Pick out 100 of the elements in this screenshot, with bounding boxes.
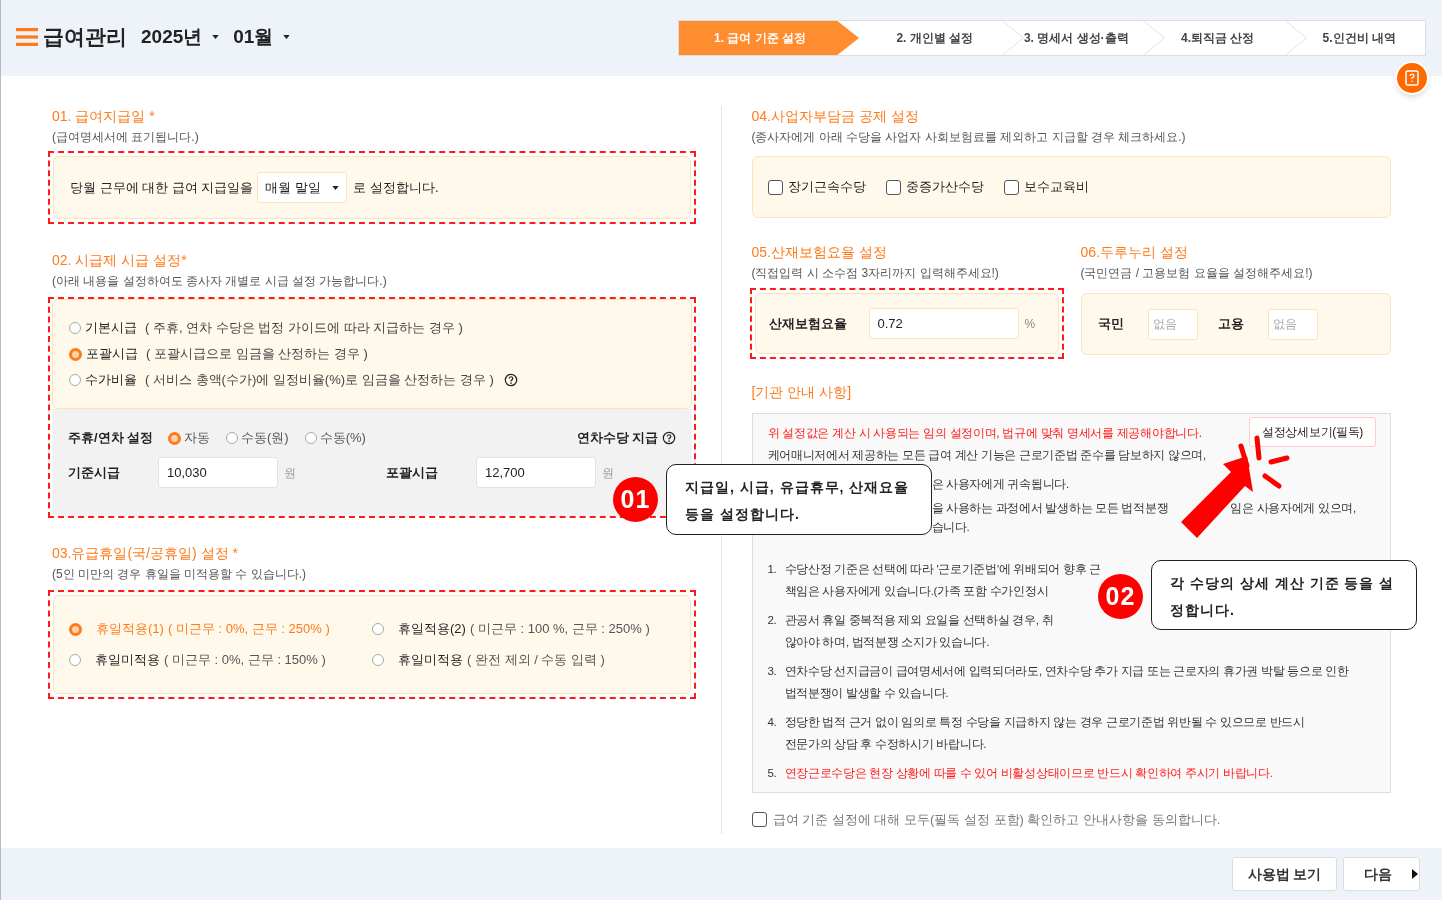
- section-title: 01. 급여지급일 *: [52, 107, 156, 125]
- pay-day-text: 로 설정합니다.: [353, 178, 439, 197]
- section-title: [기관 안내 사항]: [751, 383, 853, 402]
- notice-text: 책임은 사용자에게 있습니다.(가족 포함 수가인정시: [784, 584, 1050, 599]
- notice-text: 습니다.: [931, 520, 970, 535]
- field-label: 주휴/연차 설정: [68, 429, 155, 448]
- input-field[interactable]: 없음: [1267, 308, 1318, 340]
- notice-text: 관공서 휴일 중복적용 제외 요일을 선택하실 경우, 취: [784, 613, 1054, 628]
- guide-button[interactable]: 사용법 보기: [1232, 857, 1337, 891]
- input-field[interactable]: 0.72: [868, 308, 1019, 339]
- radio-button[interactable]: [69, 322, 81, 334]
- section-subtitle: (종사자에게 아래 수당을 사업자 사회보험료를 제외하고 지급할 경우 체크하세요.): [751, 129, 1187, 145]
- section-title: 06.두루누리 설정: [1080, 243, 1189, 261]
- field-label: 기준시급: [68, 463, 121, 482]
- callout-text: 지급일, 시급, 유급휴무, 산재요율 등을 설정합니다.: [666, 464, 932, 535]
- year-dropdown[interactable]: 2025년: [141, 22, 220, 52]
- section-subtitle: (국민연금 / 고용보험 요율을 설정해주세요!): [1080, 265, 1314, 281]
- option-label[interactable]: 휴일미적용: [398, 650, 463, 670]
- checkbox[interactable]: [885, 179, 901, 195]
- section-title: 02. 시급제 시급 설정*: [52, 251, 188, 269]
- option-label[interactable]: 수동(%): [319, 428, 366, 448]
- list-number: 5.: [767, 766, 778, 781]
- notice-text: 연차수당 선지급금이 급여명세서에 입력되더라도, 연차수당 추가 지급 또는 근로자의 휴가권 박탈 등으로 인한: [784, 664, 1349, 679]
- caret-icon: [283, 35, 291, 39]
- section-subtitle: (5인 미만의 경우 휴일을 미적용할 수 있습니다.): [52, 566, 307, 582]
- option-note: ( 미근무 : 100 %, 근무 : 250% ): [469, 620, 650, 639]
- list-number: 4.: [767, 715, 778, 730]
- list-number: 1.: [767, 562, 778, 577]
- option-note: ( 완전 제외 / 수동 입력 ): [467, 651, 605, 670]
- radio-button[interactable]: [226, 432, 238, 444]
- page-title: 급여관리: [43, 24, 127, 51]
- field-label: 고용: [1217, 315, 1245, 334]
- pay-day-select[interactable]: 매월 말일: [257, 172, 348, 203]
- month-dropdown[interactable]: 01월: [233, 22, 291, 52]
- radio-button[interactable]: [69, 347, 82, 361]
- section-title: 05.산재보험요율 설정: [751, 243, 888, 261]
- help-icon[interactable]: [661, 431, 676, 445]
- option-note: ( 서비스 총액(수가)에 일정비율(%)로 임금을 산정하는 경우 ): [145, 371, 494, 390]
- list-number: 2.: [767, 613, 778, 628]
- field-label: 포괄시급: [386, 463, 439, 482]
- section-subtitle: (직접입력 시 소수점 3자리까지 입력해주세요!): [751, 265, 1000, 281]
- warning-text: 위 설정값은 계산 시 사용되는 임의 설정이며, 법규에 맞춰 명세서를 제공해야합니다.: [767, 425, 1202, 441]
- notice-text: 임은 사용자에게 있으며,: [1230, 501, 1356, 516]
- option-label[interactable]: 포괄시급: [86, 344, 138, 364]
- notice-text: 연장근로수당은 현장 상황에 따를 수 있어 비활성상태이므로 반드시 확인하여 주시기 바랍니다.: [784, 766, 1273, 781]
- radio-button[interactable]: [69, 654, 81, 666]
- notice-text: 케어매니저에서 제공하는 모든 급여 계산 기능은 근로기준법 준수를 담보하지 않으며,: [767, 448, 1206, 463]
- checkbox[interactable]: [751, 812, 767, 828]
- notice-text: 정당한 법적 근거 없이 임의로 특정 수당을 지급하지 않는 경우 근로기준법 위반될 수 있으므로 반드시: [784, 715, 1305, 730]
- book-icon: [1405, 70, 1419, 86]
- radio-button[interactable]: [168, 431, 181, 445]
- help-guide-button[interactable]: [1395, 61, 1429, 95]
- notice-text: 은 사용자에게 귀속됩니다.: [931, 477, 1069, 492]
- notice-text: 을 사용하는 과정에서 발생하는 모든 법적분쟁: [931, 501, 1169, 516]
- radio-button[interactable]: [304, 432, 317, 444]
- help-icon[interactable]: [503, 373, 518, 387]
- unit-label: 원: [602, 464, 614, 482]
- field-label: 연차수당 지급: [576, 429, 659, 448]
- option-label[interactable]: 수동(원): [241, 428, 289, 448]
- radio-button[interactable]: [372, 654, 384, 666]
- option-label[interactable]: 휴일미적용: [95, 650, 160, 670]
- detail-button[interactable]: 설정상세보기(필독): [1249, 417, 1376, 447]
- option-note: ( 주휴, 연차 수당은 법정 가이드에 따라 지급하는 경우 ): [145, 319, 463, 338]
- option-label[interactable]: 기본시급: [85, 318, 137, 338]
- option-note: ( 포괄시급으로 임금을 산정하는 경우 ): [146, 345, 368, 364]
- section-title: 03.유급휴일(국/공휴일) 설정 *: [52, 544, 239, 562]
- option-label[interactable]: 자동: [184, 428, 210, 448]
- radio-button[interactable]: [372, 623, 384, 635]
- checkbox[interactable]: [767, 179, 783, 195]
- caret-icon: [332, 185, 340, 190]
- field-label: 산재보험요율: [768, 314, 848, 333]
- checkbox-label[interactable]: 장기근속수당: [787, 177, 866, 197]
- section-title: 04.사업자부담금 공제 설정: [751, 107, 920, 125]
- option-label[interactable]: 수가비율: [85, 370, 137, 390]
- section-subtitle: (급여명세서에 표기됩니다.): [52, 129, 200, 145]
- notice-text: 않아야 하며, 법적분쟁 소지가 있습니다.: [784, 635, 991, 650]
- checkbox-label[interactable]: 급여 기준 설정에 대해 모두(필독 설정 포함) 확인하고 안내사항을 동의합니다.: [772, 810, 1221, 830]
- input-field[interactable]: 12,700: [476, 457, 596, 488]
- input-field[interactable]: 없음: [1147, 308, 1198, 340]
- next-button[interactable]: 다음: [1343, 857, 1420, 891]
- list-number: 3.: [767, 664, 778, 679]
- section-subtitle: (아래 내용을 설정하여도 종사자 개별로 시급 설정 가능합니다.): [52, 273, 388, 289]
- next-icon: [1412, 869, 1418, 879]
- radio-button[interactable]: [69, 374, 81, 386]
- option-label[interactable]: 휴일적용(2): [398, 619, 466, 639]
- unit-label: %: [1024, 315, 1036, 333]
- checkbox-label[interactable]: 중증가산수당: [905, 177, 984, 197]
- menu-icon[interactable]: [16, 28, 38, 46]
- notice-text: 법적분쟁이 발생할 수 있습니다.: [784, 686, 950, 701]
- caret-icon: [212, 35, 220, 39]
- field-label: 국민: [1097, 315, 1125, 334]
- checkbox-label[interactable]: 보수교육비: [1023, 177, 1089, 197]
- pay-day-text: 당월 근무에 대한 급여 지급일을: [70, 178, 254, 197]
- callout-text: 각 수당의 상세 계산 기준 등을 설정합니다.: [1151, 560, 1417, 630]
- notice-text: 수당산정 기준은 선택에 따라 '근로기준법'에 위배되어 향후 근: [784, 562, 1102, 577]
- input-field[interactable]: 10,030: [158, 457, 278, 488]
- checkbox[interactable]: [1003, 179, 1019, 195]
- unit-label: 원: [284, 464, 296, 482]
- radio-button[interactable]: [69, 622, 82, 636]
- option-note: ( 미근무 : 0%, 근무 : 250% ): [167, 620, 330, 639]
